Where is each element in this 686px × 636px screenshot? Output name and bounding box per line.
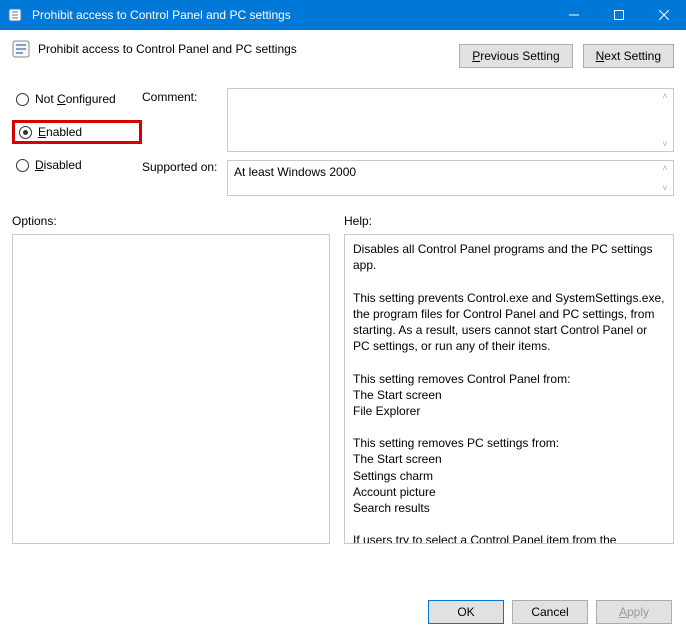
app-icon bbox=[0, 7, 30, 23]
comment-textarea[interactable]: ˄˅ bbox=[227, 88, 674, 152]
scroll-hint-icon: ˄˅ bbox=[659, 91, 671, 149]
supported-on-value: At least Windows 2000 bbox=[234, 165, 356, 179]
content-area: Prohibit access to Control Panel and PC … bbox=[0, 30, 686, 544]
options-pane[interactable] bbox=[12, 234, 330, 544]
policy-title: Prohibit access to Control Panel and PC … bbox=[38, 42, 297, 56]
minimize-button[interactable] bbox=[551, 0, 596, 30]
supported-on-box: At least Windows 2000 ˄˅ bbox=[227, 160, 674, 196]
help-label: Help: bbox=[344, 214, 674, 228]
lower-panes: Options: Help: Disables all Control Pane… bbox=[12, 214, 674, 544]
maximize-button[interactable] bbox=[596, 0, 641, 30]
dialog-footer: OK Cancel Apply bbox=[428, 600, 672, 624]
radio-not-configured[interactable]: Not Configured bbox=[12, 90, 142, 108]
titlebar: Prohibit access to Control Panel and PC … bbox=[0, 0, 686, 30]
header-row: Prohibit access to Control Panel and PC … bbox=[12, 40, 674, 68]
help-pane[interactable]: Disables all Control Panel programs and … bbox=[344, 234, 674, 544]
scroll-hint-icon: ˄˅ bbox=[659, 163, 671, 193]
close-button[interactable] bbox=[641, 0, 686, 30]
ok-button[interactable]: OK bbox=[428, 600, 504, 624]
next-setting-button[interactable]: Next Setting bbox=[583, 44, 674, 68]
radio-enabled[interactable]: Enabled bbox=[12, 120, 142, 144]
policy-icon bbox=[12, 40, 30, 58]
window-title: Prohibit access to Control Panel and PC … bbox=[30, 8, 551, 22]
options-label: Options: bbox=[12, 214, 330, 228]
radio-disabled[interactable]: Disabled bbox=[12, 156, 142, 174]
supported-on-label: Supported on: bbox=[142, 156, 227, 174]
previous-setting-button[interactable]: Previous Setting bbox=[459, 44, 572, 68]
comment-label: Comment: bbox=[142, 88, 227, 156]
config-section: Not Configured Enabled Disabled Comment:… bbox=[12, 88, 674, 196]
apply-button[interactable]: Apply bbox=[596, 600, 672, 624]
state-radios: Not Configured Enabled Disabled bbox=[12, 88, 142, 196]
cancel-button[interactable]: Cancel bbox=[512, 600, 588, 624]
window-controls bbox=[551, 0, 686, 30]
